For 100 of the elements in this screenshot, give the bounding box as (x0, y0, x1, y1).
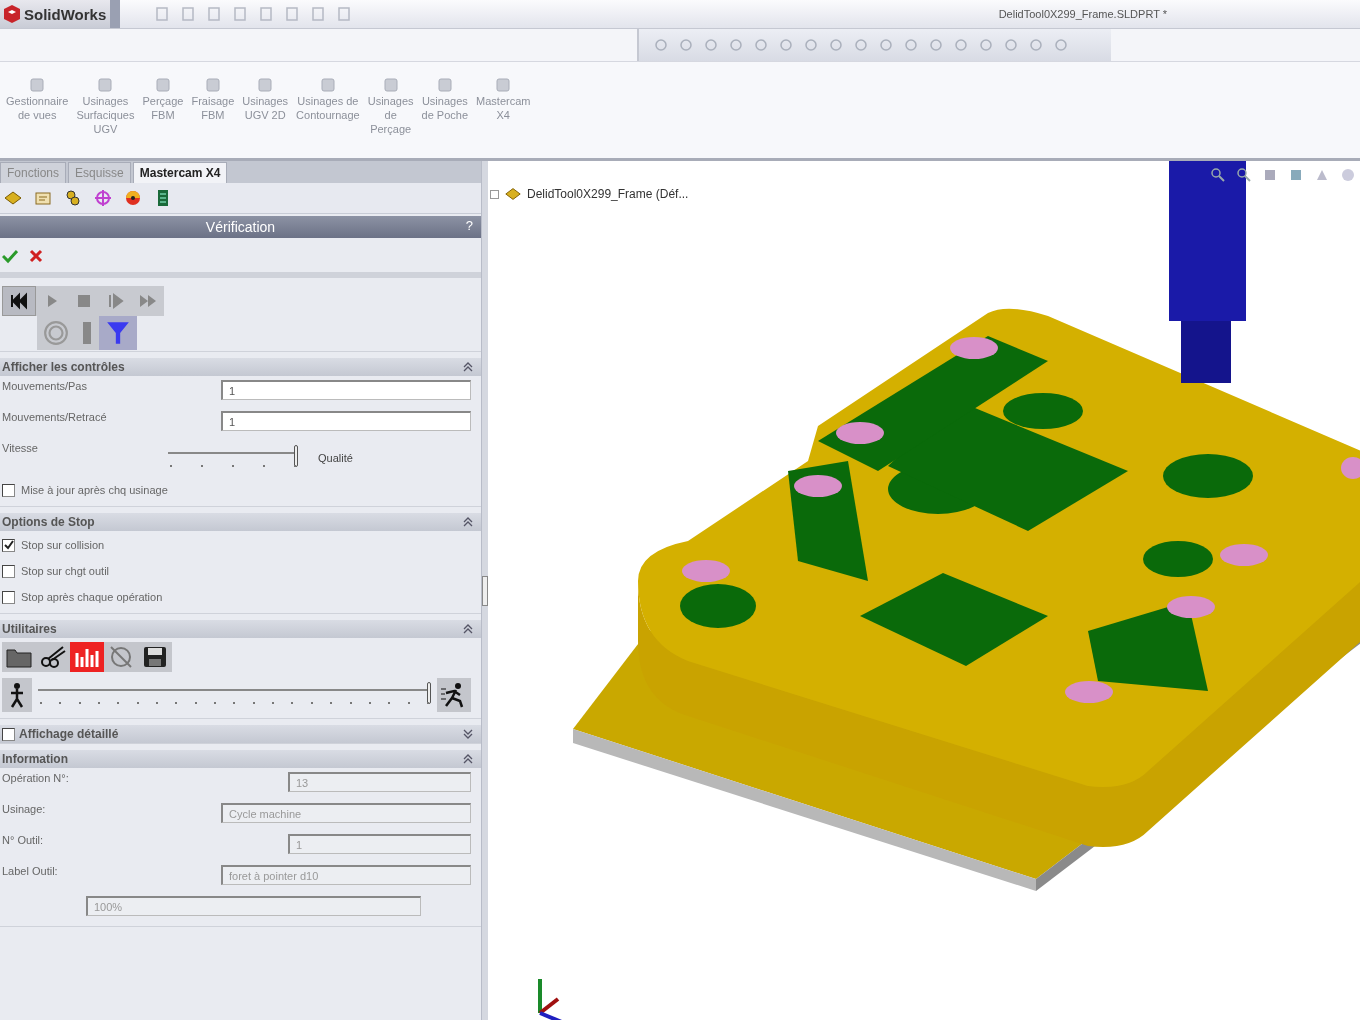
app-name: SolidWorks (24, 5, 107, 23)
section-header[interactable]: Options de Stop (0, 513, 481, 531)
checkbox[interactable] (2, 590, 15, 604)
toolbar-icon[interactable] (1053, 37, 1069, 53)
field-label: Mouvements/Pas (2, 380, 87, 392)
toolbar-icon[interactable] (1028, 37, 1044, 53)
rewind-icon (9, 291, 29, 311)
display-style-icon[interactable] (1288, 167, 1304, 183)
field-label: Usinage: (2, 803, 46, 815)
step-icon (106, 291, 126, 311)
bar-icon (81, 320, 93, 346)
command-button[interactable]: Perçage FBM (140, 76, 186, 122)
checkbox[interactable] (2, 564, 15, 578)
scissors-icon (39, 645, 67, 669)
toolbar-icon[interactable] (853, 37, 869, 53)
chevron-icon[interactable] (463, 362, 473, 372)
toolbar-icon[interactable] (336, 6, 353, 22)
toolbar-icon[interactable] (928, 37, 944, 53)
ok-icon[interactable] (2, 248, 18, 264)
checkbox-label: Mise à jour après chq usinage (21, 484, 168, 496)
command-button[interactable]: Mastercam X4 (474, 76, 533, 122)
checkbox-label: Stop après chaque opération (21, 591, 163, 603)
help-button[interactable]: ? (465, 218, 473, 233)
progress-field[interactable]: 100% (86, 896, 421, 916)
toolbar-icon[interactable] (978, 37, 994, 53)
slider-label: Vitesse (2, 442, 39, 454)
chevron-icon[interactable] (463, 624, 473, 634)
tab[interactable]: Fonctions (0, 162, 67, 183)
toolbar-icon[interactable] (878, 37, 894, 53)
command-button[interactable]: Gestionnaire de vues (4, 76, 71, 122)
walking-figure-button[interactable] (2, 678, 32, 712)
checkbox[interactable] (2, 483, 15, 497)
histogram-button[interactable] (70, 642, 104, 672)
toolbar-icon[interactable] (284, 6, 301, 22)
section-title: Information (2, 752, 68, 766)
command-icon (381, 76, 400, 94)
command-icon (28, 76, 47, 94)
feature-tree-item[interactable]: DelidTool0X299_Frame (Déf... (527, 187, 689, 201)
zoom-area-icon[interactable] (1236, 167, 1252, 183)
chevron-icon[interactable] (463, 754, 473, 764)
command-button[interactable]: Usinages de Poche (419, 76, 471, 122)
toolbar-icon[interactable] (180, 6, 197, 22)
section-header[interactable]: Information (0, 750, 481, 768)
crosshair-icon[interactable] (92, 188, 114, 208)
toolbar-icon[interactable] (678, 37, 694, 53)
command-icon (318, 76, 337, 94)
input-field[interactable]: 1 (221, 411, 471, 431)
command-button[interactable]: Usinages UGV 2D (240, 76, 291, 122)
menu-arrow-button[interactable] (110, 0, 121, 28)
command-icon (96, 76, 115, 94)
toolbar-icon[interactable] (753, 37, 769, 53)
command-icon (203, 76, 222, 94)
toolbar-icon[interactable] (258, 6, 275, 22)
command-button[interactable]: Usinages de Perçage (365, 76, 416, 136)
field-label: Mouvements/Retracé (2, 411, 107, 423)
chevron-icon[interactable] (463, 729, 473, 739)
checkbox[interactable] (2, 727, 15, 741)
document-title: DelidTool0X299_Frame.SLDPRT * (998, 8, 1167, 20)
toolbar-icon[interactable] (310, 6, 327, 22)
command-button[interactable]: Fraisage FBM (189, 76, 237, 122)
toolbar-icon[interactable] (778, 37, 794, 53)
section-header[interactable]: Afficher les contrôles (0, 358, 481, 376)
toolbar-icon[interactable] (154, 6, 171, 22)
toolbar-icon[interactable] (653, 37, 669, 53)
toolbar-icon[interactable] (232, 6, 249, 22)
tab[interactable]: Mastercam X4 (132, 162, 228, 183)
command-icon (494, 76, 513, 94)
view-cube-icon[interactable] (1262, 167, 1278, 183)
filter-button[interactable] (99, 316, 137, 350)
input-field[interactable]: 1 (221, 380, 471, 400)
toolbar-icon[interactable] (206, 6, 223, 22)
splitter-handle[interactable] (482, 575, 488, 606)
toolbar-icon[interactable] (828, 37, 844, 53)
command-button[interactable]: Usinages Surfaciques UGV (74, 76, 137, 136)
toolbar-icon[interactable] (728, 37, 744, 53)
toolbar-icon[interactable] (703, 37, 719, 53)
animation-speed-slider[interactable] (38, 684, 431, 706)
chevron-icon[interactable] (463, 517, 473, 527)
command-button[interactable]: Usinages de Contournage (294, 76, 362, 122)
checkbox[interactable] (2, 538, 15, 552)
toolbar-icon[interactable] (1003, 37, 1019, 53)
checkbox-label: Stop sur chgt outil (21, 565, 110, 577)
filter-icon (105, 320, 131, 346)
speed-slider[interactable] (168, 447, 298, 469)
field-label: Opération N°: (2, 772, 69, 784)
rewind-button[interactable] (2, 286, 36, 316)
tab[interactable]: Esquisse (68, 162, 131, 183)
toolbar-icon[interactable] (953, 37, 969, 53)
section-title: Utilitaires (2, 622, 57, 636)
expand-toggle[interactable] (490, 189, 499, 199)
toolbar-icon[interactable] (903, 37, 919, 53)
zoom-icon[interactable] (1210, 167, 1226, 183)
toolbar-icon[interactable] (803, 37, 819, 53)
scene-icon[interactable] (1340, 167, 1356, 183)
running-figure-button[interactable] (437, 678, 471, 712)
logo-icon (2, 4, 22, 24)
cancel-icon[interactable] (28, 248, 44, 264)
circle-icon (43, 320, 69, 346)
section-header[interactable]: Utilitaires (0, 620, 481, 638)
section-header[interactable]: Affichage détaillé (0, 725, 481, 743)
